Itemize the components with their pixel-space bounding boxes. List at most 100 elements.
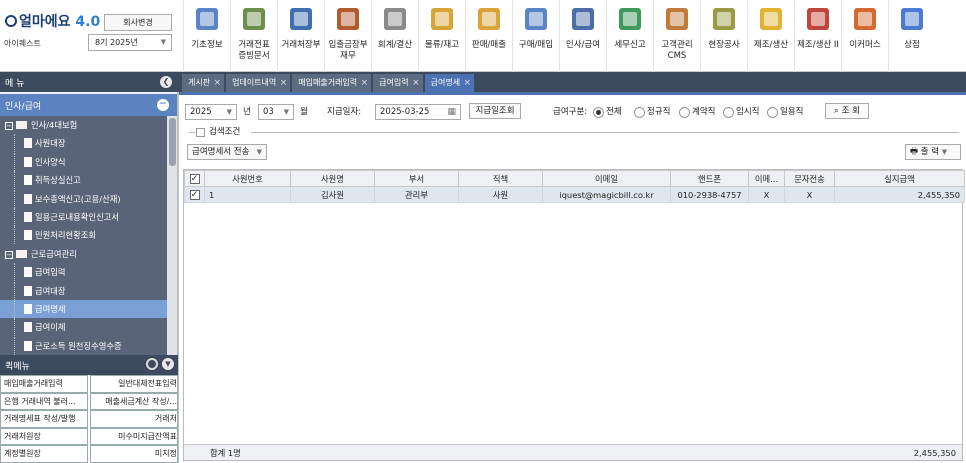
sidebar-item[interactable]: 급여이체 (0, 318, 167, 337)
close-icon[interactable]: × (361, 74, 369, 92)
gear-icon[interactable] (146, 358, 158, 370)
sidebar-item[interactable]: 급여대장 (0, 281, 167, 300)
tab[interactable]: 매입매출거래입력 × (292, 74, 372, 92)
sidebar-item[interactable]: 일용근로내용확인신고서 (0, 207, 167, 226)
sidebar-item[interactable]: 급여입력 (0, 263, 167, 282)
column-header[interactable]: 문자전송 (784, 170, 835, 187)
pay-type-radio[interactable]: 임시직 (723, 104, 759, 120)
pay-type-radio[interactable]: 전체 (593, 104, 622, 120)
top-menu-item[interactable]: 회계/결산 (371, 0, 418, 72)
sidebar-item[interactable]: 인사양식 (0, 152, 167, 171)
sidebar-item[interactable]: 사원대장 (0, 134, 167, 153)
top-menu-item[interactable]: 기초정보 (183, 0, 230, 72)
collapse-icon[interactable]: ❮ (160, 76, 172, 88)
pay-type-radio[interactable]: 계약직 (679, 104, 715, 120)
pay-date-query-button[interactable]: 지급일조회 (469, 103, 521, 119)
quick-menu-button[interactable]: 은행 거래내역 불러... (0, 392, 88, 410)
top-menu-item[interactable]: 입출금장부 재무 (324, 0, 371, 72)
top-menu-item[interactable]: 인사/급여 (559, 0, 606, 72)
column-header[interactable]: 직책 (458, 170, 543, 187)
select-all-header[interactable]: ✓ (184, 170, 205, 187)
scrollbar-thumb[interactable] (169, 118, 176, 166)
top-menu-item[interactable]: 상점 (888, 0, 935, 72)
quick-menu-button[interactable]: 거래처원장 (0, 427, 88, 445)
quick-menu-button[interactable]: 매출세금계산 작성/... (90, 392, 178, 410)
pay-type-radio[interactable]: 정규직 (634, 104, 670, 120)
period-select[interactable]: 8기 2025년 ▼ (88, 34, 172, 51)
tab-label: 매입매출거래입력 (298, 78, 358, 87)
quick-menu-button[interactable]: 거래처 (90, 410, 178, 428)
sidebar-item[interactable]: 보수총액신고(고용/산재) (0, 189, 167, 208)
send-statement-dropdown[interactable]: 급여명세서 전송 ▼ (187, 144, 267, 160)
tab[interactable]: 급여입력 × (373, 74, 423, 92)
sidebar-item-label: 사원대장 (35, 138, 66, 149)
top-menu-item[interactable]: 판매/매출 (465, 0, 512, 72)
collapse-box-icon[interactable]: − (5, 250, 13, 259)
sidebar-item[interactable]: 근로소득 원천징수영수증 (0, 336, 167, 355)
sidebar-folder[interactable]: − 근로급여관리 (0, 245, 167, 263)
calendar-icon[interactable]: ▦ (447, 105, 456, 119)
quick-menu-button[interactable]: 일반대체전표입력 (90, 375, 178, 393)
change-company-button[interactable]: 회사변경 (104, 14, 172, 31)
sidebar-item[interactable]: 급여명세 (0, 299, 167, 319)
top-menu-item[interactable]: 물류/재고 (418, 0, 465, 72)
top-menu-item[interactable]: 고객관리 CMS (653, 0, 700, 72)
top-menu-item[interactable]: 현장공사 (700, 0, 747, 72)
chevron-down-icon[interactable]: ▼ (162, 358, 174, 370)
month-suffix: 월 (300, 107, 308, 117)
close-icon[interactable]: × (464, 74, 472, 92)
tree-line (14, 263, 15, 282)
top-menu-label: 고객관리 CMS (661, 40, 693, 61)
column-header[interactable]: 이메일 (542, 170, 671, 187)
column-header[interactable]: 이메... (748, 170, 785, 187)
collapse-box-icon[interactable]: − (5, 122, 13, 130)
logo-version: 4.0 (75, 14, 101, 30)
year-select[interactable]: 2025 ▼ (185, 104, 237, 120)
pay-type-radio[interactable]: 일용직 (767, 104, 803, 120)
quick-menu-button[interactable]: 매입매출거래입력 (0, 375, 88, 393)
pay-type-label: 급여구분: (553, 107, 588, 117)
sidebar-scrollbar[interactable] (167, 116, 177, 355)
top-menu-item[interactable]: 거래처장부 (277, 0, 324, 72)
sidebar-item[interactable]: 취득상실신고 (0, 171, 167, 190)
quick-menu-button[interactable]: 계정별원장 (0, 445, 88, 463)
search-button[interactable]: ⌕ 조 회 (825, 103, 869, 119)
tab[interactable]: 업데이트내역 × (226, 74, 291, 92)
column-header[interactable]: 핸드폰 (670, 170, 749, 187)
sidebar-folder[interactable]: − 인사/4대보험 (0, 116, 167, 134)
top-menu-item[interactable]: 제조/생산 II (794, 0, 841, 72)
search-condition-checkbox[interactable] (196, 128, 205, 137)
tab[interactable]: 게시판 × (182, 74, 225, 92)
column-header[interactable]: 사원번호 (204, 170, 291, 187)
search-condition-label: 검색조건 (209, 127, 241, 137)
top-menu-item[interactable]: 거래전표 증빙문서 (230, 0, 277, 72)
top-menu-item[interactable]: 세무신고 (606, 0, 653, 72)
document-icon (24, 230, 32, 241)
table-row[interactable]: ✓ 1 김사원 관리부 사원 iquest@magicbill.co.kr 010-2938… (184, 186, 965, 203)
select-all-checkbox[interactable]: ✓ (189, 174, 200, 184)
column-header[interactable]: 실지급액 (834, 170, 965, 187)
quick-menu-button[interactable]: 거래명세표 작성/발행 (0, 410, 88, 428)
top-menu-item[interactable]: 이커머스 (841, 0, 888, 72)
row-checkbox-cell[interactable]: ✓ (184, 186, 205, 203)
minus-icon[interactable]: − (157, 99, 169, 111)
close-icon[interactable]: × (280, 74, 288, 92)
quick-menu-button[interactable]: 미수미지급잔액표 (90, 427, 178, 445)
footer-count: 합계 1명 (210, 448, 241, 458)
tab[interactable]: 급여명세 × (424, 74, 475, 92)
pay-date-field[interactable]: 2025-03-25 ▦ (375, 104, 461, 120)
row-checkbox[interactable]: ✓ (189, 190, 200, 200)
top-menu-item[interactable]: 구매/매입 (512, 0, 559, 72)
quick-menu-button[interactable]: 미지정 (90, 445, 178, 463)
month-select[interactable]: 03 ▼ (258, 104, 294, 120)
column-header[interactable]: 사원명 (290, 170, 375, 187)
sidebar-item[interactable]: 민원처리현황조회 (0, 226, 167, 245)
tree-line (14, 134, 15, 153)
menu-category[interactable]: 인사/급여 − (0, 94, 177, 116)
print-button[interactable]: 🖶 출 력 ▼ (905, 144, 961, 160)
close-icon[interactable]: × (214, 74, 222, 92)
column-header[interactable]: 부서 (374, 170, 459, 187)
close-icon[interactable]: × (412, 74, 420, 92)
top-menu-item[interactable]: 제조/생산 (747, 0, 794, 72)
store-icon (901, 8, 923, 30)
